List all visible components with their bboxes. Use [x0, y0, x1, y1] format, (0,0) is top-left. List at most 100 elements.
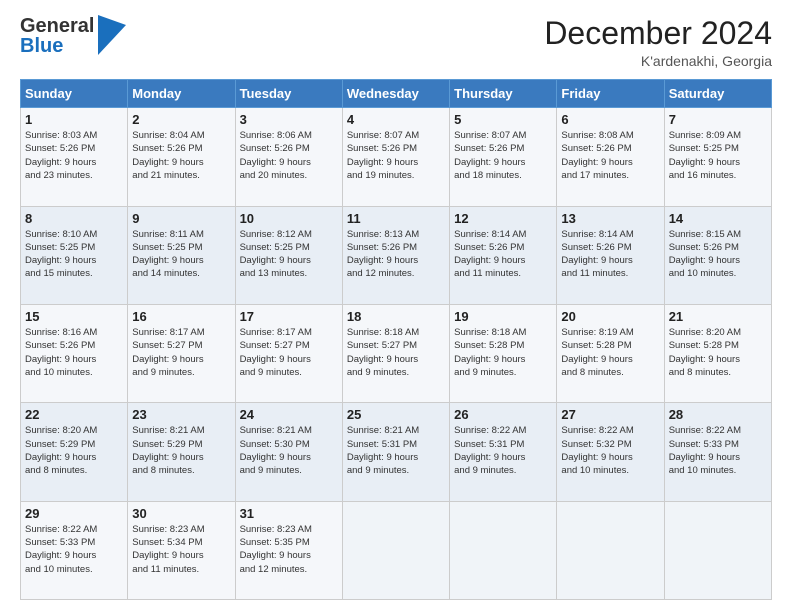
calendar-cell: 20 Sunrise: 8:19 AMSunset: 5:28 PMDaylig…: [557, 304, 664, 402]
calendar-cell: 8 Sunrise: 8:10 AMSunset: 5:25 PMDayligh…: [21, 206, 128, 304]
logo-general: General: [20, 16, 94, 36]
day-number: 14: [669, 211, 767, 226]
calendar-week-row: 29 Sunrise: 8:22 AMSunset: 5:33 PMDaylig…: [21, 501, 772, 599]
day-info: Sunrise: 8:20 AMSunset: 5:29 PMDaylight:…: [25, 425, 97, 476]
day-info: Sunrise: 8:16 AMSunset: 5:26 PMDaylight:…: [25, 327, 97, 378]
day-number: 19: [454, 309, 552, 324]
logo: General Blue: [20, 16, 126, 56]
calendar-cell: 10 Sunrise: 8:12 AMSunset: 5:25 PMDaylig…: [235, 206, 342, 304]
day-info: Sunrise: 8:04 AMSunset: 5:26 PMDaylight:…: [132, 130, 204, 181]
day-number: 11: [347, 211, 445, 226]
day-number: 30: [132, 506, 230, 521]
month-title: December 2024: [544, 16, 772, 51]
day-number: 26: [454, 407, 552, 422]
day-info: Sunrise: 8:17 AMSunset: 5:27 PMDaylight:…: [240, 327, 312, 378]
day-number: 2: [132, 112, 230, 127]
calendar-cell: 28 Sunrise: 8:22 AMSunset: 5:33 PMDaylig…: [664, 403, 771, 501]
day-number: 20: [561, 309, 659, 324]
calendar-cell: 14 Sunrise: 8:15 AMSunset: 5:26 PMDaylig…: [664, 206, 771, 304]
calendar-cell: 29 Sunrise: 8:22 AMSunset: 5:33 PMDaylig…: [21, 501, 128, 599]
calendar-cell: 31 Sunrise: 8:23 AMSunset: 5:35 PMDaylig…: [235, 501, 342, 599]
day-number: 3: [240, 112, 338, 127]
day-info: Sunrise: 8:03 AMSunset: 5:26 PMDaylight:…: [25, 130, 97, 181]
day-number: 1: [25, 112, 123, 127]
day-number: 7: [669, 112, 767, 127]
calendar-cell: [342, 501, 449, 599]
day-number: 22: [25, 407, 123, 422]
day-number: 9: [132, 211, 230, 226]
day-info: Sunrise: 8:12 AMSunset: 5:25 PMDaylight:…: [240, 229, 312, 280]
day-info: Sunrise: 8:18 AMSunset: 5:27 PMDaylight:…: [347, 327, 419, 378]
day-info: Sunrise: 8:15 AMSunset: 5:26 PMDaylight:…: [669, 229, 741, 280]
calendar-cell: 16 Sunrise: 8:17 AMSunset: 5:27 PMDaylig…: [128, 304, 235, 402]
day-number: 21: [669, 309, 767, 324]
calendar-cell: 23 Sunrise: 8:21 AMSunset: 5:29 PMDaylig…: [128, 403, 235, 501]
day-info: Sunrise: 8:08 AMSunset: 5:26 PMDaylight:…: [561, 130, 633, 181]
day-info: Sunrise: 8:20 AMSunset: 5:28 PMDaylight:…: [669, 327, 741, 378]
day-info: Sunrise: 8:18 AMSunset: 5:28 PMDaylight:…: [454, 327, 526, 378]
day-info: Sunrise: 8:22 AMSunset: 5:31 PMDaylight:…: [454, 425, 526, 476]
day-number: 17: [240, 309, 338, 324]
day-number: 29: [25, 506, 123, 521]
day-info: Sunrise: 8:21 AMSunset: 5:29 PMDaylight:…: [132, 425, 204, 476]
day-number: 5: [454, 112, 552, 127]
day-info: Sunrise: 8:21 AMSunset: 5:30 PMDaylight:…: [240, 425, 312, 476]
calendar-cell: 1 Sunrise: 8:03 AMSunset: 5:26 PMDayligh…: [21, 108, 128, 206]
calendar-cell: 26 Sunrise: 8:22 AMSunset: 5:31 PMDaylig…: [450, 403, 557, 501]
calendar-cell: 12 Sunrise: 8:14 AMSunset: 5:26 PMDaylig…: [450, 206, 557, 304]
day-number: 15: [25, 309, 123, 324]
page: General Blue December 2024 K'ardenakhi, …: [0, 0, 792, 612]
calendar-cell: [664, 501, 771, 599]
calendar-cell: 11 Sunrise: 8:13 AMSunset: 5:26 PMDaylig…: [342, 206, 449, 304]
day-number: 16: [132, 309, 230, 324]
col-thursday: Thursday: [450, 80, 557, 108]
calendar-cell: 2 Sunrise: 8:04 AMSunset: 5:26 PMDayligh…: [128, 108, 235, 206]
calendar-cell: 22 Sunrise: 8:20 AMSunset: 5:29 PMDaylig…: [21, 403, 128, 501]
day-number: 8: [25, 211, 123, 226]
calendar-cell: [450, 501, 557, 599]
calendar-cell: 25 Sunrise: 8:21 AMSunset: 5:31 PMDaylig…: [342, 403, 449, 501]
day-info: Sunrise: 8:17 AMSunset: 5:27 PMDaylight:…: [132, 327, 204, 378]
day-number: 18: [347, 309, 445, 324]
day-info: Sunrise: 8:09 AMSunset: 5:25 PMDaylight:…: [669, 130, 741, 181]
day-info: Sunrise: 8:14 AMSunset: 5:26 PMDaylight:…: [454, 229, 526, 280]
calendar-cell: 5 Sunrise: 8:07 AMSunset: 5:26 PMDayligh…: [450, 108, 557, 206]
calendar-cell: 13 Sunrise: 8:14 AMSunset: 5:26 PMDaylig…: [557, 206, 664, 304]
calendar-cell: 21 Sunrise: 8:20 AMSunset: 5:28 PMDaylig…: [664, 304, 771, 402]
day-info: Sunrise: 8:07 AMSunset: 5:26 PMDaylight:…: [347, 130, 419, 181]
day-number: 10: [240, 211, 338, 226]
day-number: 31: [240, 506, 338, 521]
day-info: Sunrise: 8:19 AMSunset: 5:28 PMDaylight:…: [561, 327, 633, 378]
day-info: Sunrise: 8:10 AMSunset: 5:25 PMDaylight:…: [25, 229, 97, 280]
day-number: 13: [561, 211, 659, 226]
calendar-cell: 6 Sunrise: 8:08 AMSunset: 5:26 PMDayligh…: [557, 108, 664, 206]
calendar-cell: 30 Sunrise: 8:23 AMSunset: 5:34 PMDaylig…: [128, 501, 235, 599]
calendar-cell: [557, 501, 664, 599]
day-number: 25: [347, 407, 445, 422]
calendar-week-row: 1 Sunrise: 8:03 AMSunset: 5:26 PMDayligh…: [21, 108, 772, 206]
day-number: 28: [669, 407, 767, 422]
col-saturday: Saturday: [664, 80, 771, 108]
calendar-week-row: 22 Sunrise: 8:20 AMSunset: 5:29 PMDaylig…: [21, 403, 772, 501]
day-info: Sunrise: 8:22 AMSunset: 5:32 PMDaylight:…: [561, 425, 633, 476]
calendar-cell: 9 Sunrise: 8:11 AMSunset: 5:25 PMDayligh…: [128, 206, 235, 304]
day-number: 12: [454, 211, 552, 226]
calendar-week-row: 8 Sunrise: 8:10 AMSunset: 5:25 PMDayligh…: [21, 206, 772, 304]
title-section: December 2024 K'ardenakhi, Georgia: [544, 16, 772, 69]
calendar-cell: 18 Sunrise: 8:18 AMSunset: 5:27 PMDaylig…: [342, 304, 449, 402]
day-info: Sunrise: 8:23 AMSunset: 5:34 PMDaylight:…: [132, 524, 204, 575]
calendar-cell: 17 Sunrise: 8:17 AMSunset: 5:27 PMDaylig…: [235, 304, 342, 402]
calendar-cell: 24 Sunrise: 8:21 AMSunset: 5:30 PMDaylig…: [235, 403, 342, 501]
header: General Blue December 2024 K'ardenakhi, …: [20, 16, 772, 69]
day-number: 4: [347, 112, 445, 127]
calendar-cell: 27 Sunrise: 8:22 AMSunset: 5:32 PMDaylig…: [557, 403, 664, 501]
location: K'ardenakhi, Georgia: [544, 53, 772, 69]
calendar-cell: 4 Sunrise: 8:07 AMSunset: 5:26 PMDayligh…: [342, 108, 449, 206]
logo-icon: [98, 15, 126, 55]
calendar-week-row: 15 Sunrise: 8:16 AMSunset: 5:26 PMDaylig…: [21, 304, 772, 402]
day-info: Sunrise: 8:22 AMSunset: 5:33 PMDaylight:…: [25, 524, 97, 575]
day-number: 27: [561, 407, 659, 422]
calendar-table: Sunday Monday Tuesday Wednesday Thursday…: [20, 79, 772, 600]
day-number: 24: [240, 407, 338, 422]
day-info: Sunrise: 8:06 AMSunset: 5:26 PMDaylight:…: [240, 130, 312, 181]
